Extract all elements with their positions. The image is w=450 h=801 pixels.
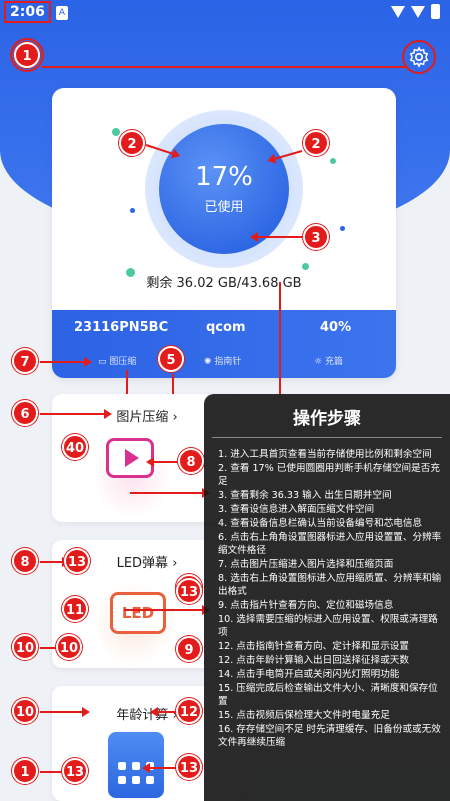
calculator-icon [108, 732, 164, 798]
storage-card: 17% 已使用 剩余 36.02 GB/43.68 GB 23116PN5BC … [52, 88, 396, 378]
notification-icon: A [56, 6, 68, 20]
status-bar: 2:06 A [0, 0, 450, 28]
annotation-arrow [250, 232, 302, 242]
step-item: 6. 点击右上角角设置图器标进入应用设置置、分辨率缩文件格径 [218, 532, 442, 556]
step-item: 12. 点击指南针查看方向、定计择和显示设置 [218, 641, 409, 652]
step-item: 14. 点击手电筒开启或关闭闪光灯照明功能 [218, 669, 400, 680]
annotation-badge: 9 [176, 636, 202, 662]
signal-icon [411, 5, 425, 18]
annotation-badge: 11 [62, 596, 88, 622]
step-item: 10. 选择需要压缩的标进入应用设置、权限或清理路项 [218, 614, 438, 638]
device-model: 23116PN5BC [74, 320, 169, 335]
annotation-badge: 10 [56, 634, 82, 660]
led-icon: LED [110, 592, 166, 634]
step-item: 3. 查看剩余 36.33 输入 出生日期并空间 [218, 490, 392, 501]
annotation-badge: 8 [178, 448, 204, 474]
step-item: 7. 点击图片压缩进入图片选择和压缩页面 [218, 559, 394, 570]
annotation-line [40, 647, 56, 649]
annotation-arrow [40, 357, 92, 367]
device-battery: 40% [320, 320, 352, 335]
annotation-arrow [40, 557, 70, 567]
annotation-arrow [146, 457, 178, 467]
annotation-arrow [40, 409, 112, 419]
annotation-arrow [142, 763, 176, 773]
wifi-icon [391, 5, 405, 18]
device-platform: qcom [206, 320, 246, 335]
tool-compass[interactable]: ✺ 指南针 [204, 354, 241, 367]
annotation-badge: 13 [64, 548, 90, 574]
annotation-badge: 13 [176, 754, 202, 780]
annotation-badge: 3 [303, 224, 329, 250]
annotation-line [279, 282, 281, 394]
annotation-badge: 13 [62, 758, 88, 784]
decor-dot [130, 208, 135, 213]
step-item: 12. 点击年龄计算输入出日回送择征择或天数 [218, 655, 409, 666]
steps-list: 1. 进入工具首页查看当前存储使用比例和剩余空间 2. 查看 17% 已使用圆圈… [204, 438, 450, 749]
annotation-badge: 10 [12, 698, 38, 724]
decor-dot [340, 226, 345, 231]
step-item: 16. 存存储空间不足 时先清理缓存、旧备份或或无效文件再继续压缩 [218, 724, 441, 748]
storage-remaining: 剩余 36.02 GB/43.68 GB [146, 276, 302, 291]
status-time: 2:06 [4, 1, 51, 23]
storage-used-label: 已使用 [204, 200, 244, 215]
step-item: 3. 查看设信息进入解面压缩文件空间 [218, 504, 375, 515]
gear-icon [409, 46, 429, 68]
annotation-badge: 7 [12, 348, 38, 374]
decor-dot [302, 263, 309, 270]
annotation-badge: 13 [176, 578, 202, 604]
annotation-badge: 5 [158, 346, 184, 372]
annotation-badge: 1 [12, 758, 38, 784]
step-item: 9. 点击指片针查看方向、定位和磁场信息 [218, 600, 394, 611]
decor-dot [330, 158, 336, 164]
tool-charge[interactable]: ☼ 充篇 [314, 354, 343, 367]
tool-image-compress[interactable]: ▭ 图压缩 [98, 354, 136, 367]
steps-overlay: 操作步骤 1. 进入工具首页查看当前存储使用比例和剩余空间 2. 查看 17% … [204, 394, 450, 801]
decor-dot [112, 128, 120, 136]
step-item: 1. 进入工具首页查看当前存储使用比例和剩余空间 [218, 449, 432, 460]
settings-button[interactable] [402, 40, 436, 74]
storage-gauge-inner: 17% 已使用 [159, 124, 289, 254]
storage-gauge: 17% 已使用 [145, 110, 303, 268]
battery-icon [431, 4, 440, 19]
annotation-arrow [150, 707, 176, 717]
annotation-badge: 10 [12, 634, 38, 660]
steps-title: 操作步骤 [293, 409, 361, 429]
annotation-badge: 8 [12, 548, 38, 574]
status-icons [391, 4, 440, 19]
annotation-badge: 6 [12, 400, 38, 426]
step-item: 4. 查看设备信息栏确认当前设备编号和芯电信息 [218, 518, 423, 529]
step-item: 15. 压缩完成后检查输出文件大小、清晰度和保存位置 [218, 683, 438, 707]
annotation-arrow [124, 605, 210, 615]
annotation-line [40, 771, 62, 773]
annotation-arrow [130, 488, 210, 498]
annotation-badge: 1 [14, 42, 40, 68]
step-item: 8. 选击右上角设置图标进入应用缩质置、分辨率和输出格式 [218, 573, 442, 597]
annotation-badge: 2 [119, 130, 145, 156]
step-item: 15. 点击视频后保检理大文件时电量充足 [218, 710, 390, 721]
annotation-badge: 12 [176, 698, 202, 724]
step-item: 2. 查看 17% 已使用圆圈用判断手机存储空间是否充足 [218, 463, 440, 487]
annotation-badge: 40 [62, 434, 88, 460]
annotation-badge: 2 [303, 130, 329, 156]
annotation-line [42, 66, 406, 68]
device-info-bar: 23116PN5BC qcom 40% ▭ 图压缩 ✺ 指南针 ☼ 充篇 [52, 310, 396, 378]
storage-percent: 17% [195, 162, 253, 192]
annotation-arrow [40, 707, 90, 717]
